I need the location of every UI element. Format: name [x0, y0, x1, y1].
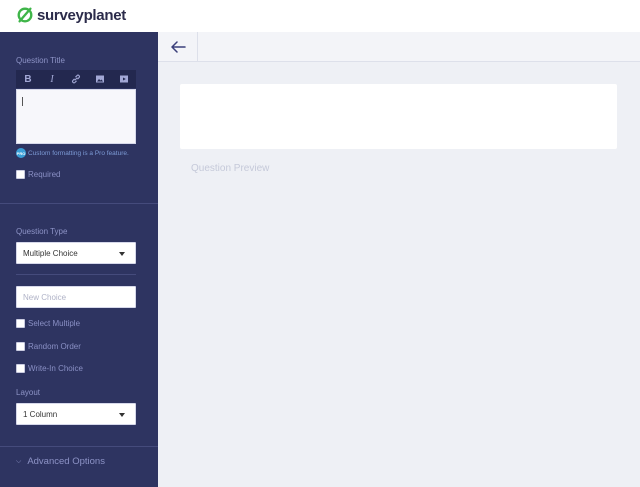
question-preview-card: [180, 84, 617, 149]
bold-icon[interactable]: B: [20, 72, 36, 86]
advanced-options-label: Advanced Options: [27, 456, 105, 467]
question-type-value: Multiple Choice: [23, 249, 78, 258]
main-header: [158, 32, 640, 62]
arrow-left-icon: [170, 41, 186, 53]
question-type-select[interactable]: Multiple Choice: [16, 242, 136, 264]
image-icon[interactable]: [92, 72, 108, 86]
layout-label: Layout: [16, 388, 41, 397]
logo-wordmark: surveyplanet: [37, 6, 126, 24]
formatting-toolbar: B I: [16, 70, 136, 88]
question-title-label: Question Title: [16, 56, 65, 65]
write-in-choice-checkbox[interactable]: [16, 364, 25, 373]
required-checkbox[interactable]: [16, 170, 25, 179]
write-in-choice-row[interactable]: Write-In Choice: [16, 364, 83, 373]
select-multiple-row[interactable]: Select Multiple: [16, 319, 80, 328]
question-type-label: Question Type: [16, 227, 68, 236]
layout-select[interactable]: 1 Column: [16, 403, 136, 425]
italic-icon[interactable]: I: [44, 72, 60, 86]
random-order-row[interactable]: Random Order: [16, 342, 81, 351]
select-multiple-checkbox[interactable]: [16, 319, 25, 328]
link-icon[interactable]: [68, 72, 84, 86]
layout-value: 1 Column: [23, 410, 58, 419]
random-order-checkbox[interactable]: [16, 342, 25, 351]
new-choice-input[interactable]: [16, 286, 136, 308]
main-preview-area: Question Preview: [158, 32, 640, 487]
question-preview-label: Question Preview: [191, 163, 270, 174]
required-checkbox-row[interactable]: Required: [16, 170, 60, 179]
question-title-editor[interactable]: [16, 89, 136, 144]
section-divider: [0, 203, 158, 204]
select-multiple-label: Select Multiple: [28, 319, 81, 328]
top-bar: surveyplanet: [0, 0, 640, 32]
dropdown-arrow-icon: [119, 413, 125, 417]
chevron-down-icon: ⌵: [16, 457, 22, 465]
planet-logo-icon: [17, 7, 33, 23]
pro-feature-text: Custom formatting is a Pro feature.: [28, 149, 129, 157]
dropdown-arrow-icon: [119, 252, 125, 256]
text-caret: [22, 97, 23, 106]
write-in-choice-label: Write-In Choice: [28, 364, 83, 373]
pro-feature-note: PRO Custom formatting is a Pro feature.: [16, 148, 129, 158]
required-label: Required: [28, 170, 61, 179]
pro-badge-icon: PRO: [16, 148, 26, 158]
advanced-options-toggle[interactable]: ⌵ Advanced Options: [16, 456, 105, 467]
surveyplanet-logo[interactable]: surveyplanet: [16, 6, 126, 24]
back-button[interactable]: [158, 32, 198, 62]
choices-divider: [16, 274, 136, 275]
video-icon[interactable]: [116, 72, 132, 86]
random-order-label: Random Order: [28, 342, 81, 351]
advanced-divider: [0, 446, 158, 447]
